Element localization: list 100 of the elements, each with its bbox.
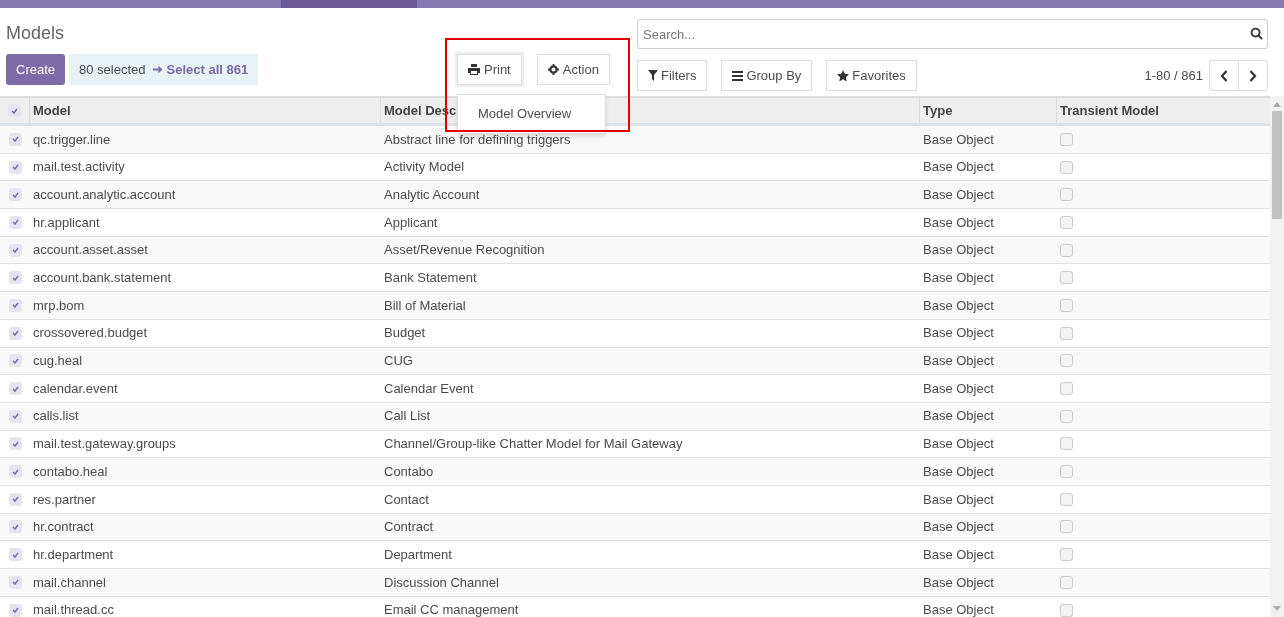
- table-cell-text: Call List: [384, 407, 431, 426]
- table-cell-text: Base Object: [923, 573, 994, 592]
- transient-checkbox[interactable]: [1060, 271, 1073, 285]
- scrollbar-thumb[interactable]: [1272, 111, 1282, 219]
- transient-checkbox[interactable]: [1060, 354, 1073, 368]
- checkmark-icon: [11, 107, 18, 114]
- transient-checkbox[interactable]: [1060, 465, 1073, 479]
- transient-checkbox[interactable]: [1060, 243, 1073, 257]
- print-button[interactable]: Print: [457, 54, 522, 85]
- transient-checkbox[interactable]: [1060, 603, 1073, 617]
- table-cell-text: Asset/Revenue Recognition: [384, 241, 545, 260]
- scroll-down-arrow-icon[interactable]: [1273, 606, 1281, 611]
- table-cell-text: Email CC management: [384, 601, 519, 617]
- action-button[interactable]: Action: [536, 54, 610, 85]
- checkmark-icon: [11, 136, 19, 143]
- row-checkbox[interactable]: [8, 271, 22, 285]
- checkmark-icon: [11, 496, 19, 503]
- transient-checkbox[interactable]: [1060, 520, 1073, 534]
- checkmark-icon: [11, 607, 19, 614]
- table-cell-text: qc.trigger.line: [33, 130, 111, 149]
- column-header[interactable]: Transient Model: [1060, 100, 1159, 121]
- row-checkbox[interactable]: [8, 492, 22, 506]
- table-cell-text: calendar.event: [33, 379, 118, 398]
- table-cell-text: mail.thread.cc: [33, 601, 114, 617]
- table-cell-text: crossovered.budget: [33, 324, 148, 343]
- row-checkbox[interactable]: [8, 437, 22, 451]
- scrollbar[interactable]: [1270, 96, 1284, 617]
- table-cell-text: Base Object: [923, 545, 994, 564]
- table-cell-text: Activity Model: [384, 158, 465, 177]
- row-checkbox[interactable]: [8, 354, 22, 368]
- table-cell-text: Bank Statement: [384, 269, 477, 288]
- row-checkbox[interactable]: [8, 520, 22, 534]
- row-checkbox[interactable]: [8, 188, 22, 202]
- table-cell-text: Base Object: [923, 130, 994, 149]
- transient-checkbox[interactable]: [1060, 382, 1073, 396]
- row-checkbox[interactable]: [8, 603, 22, 617]
- table-cell-text: Base Object: [923, 490, 994, 509]
- table-cell-text: Base Object: [923, 324, 994, 343]
- menu-item[interactable]: Model Overview: [458, 99, 605, 129]
- transient-checkbox[interactable]: [1060, 409, 1073, 423]
- table-cell-text: hr.contract: [33, 518, 94, 537]
- table-cell-text: Applicant: [384, 213, 438, 232]
- table-cell-text: Base Object: [923, 185, 994, 204]
- create-button[interactable]: Create: [6, 54, 66, 85]
- filters-button[interactable]: Filters: [637, 60, 708, 91]
- checkmark-icon: [11, 274, 19, 281]
- row-checkbox[interactable]: [8, 548, 22, 562]
- transient-checkbox[interactable]: [1060, 132, 1073, 146]
- table-cell-text: Analytic Account: [384, 185, 480, 204]
- transient-checkbox[interactable]: [1060, 188, 1073, 202]
- transient-checkbox[interactable]: [1060, 298, 1073, 312]
- table-cell-text: Base Object: [923, 379, 994, 398]
- table-cell-text: hr.department: [33, 545, 114, 564]
- row-checkbox[interactable]: [8, 326, 22, 340]
- table-cell-text: account.bank.statement: [33, 269, 172, 288]
- table-cell-text: Base Object: [923, 158, 994, 177]
- row-checkbox[interactable]: [8, 132, 22, 146]
- row-checkbox[interactable]: [8, 215, 22, 229]
- table-cell-text: hr.applicant: [33, 213, 100, 232]
- row-checkbox[interactable]: [8, 243, 22, 257]
- row-checkbox[interactable]: [8, 298, 22, 312]
- transient-checkbox[interactable]: [1060, 492, 1073, 506]
- row-checkbox[interactable]: [8, 409, 22, 423]
- table-cell-text: Calendar Event: [384, 379, 474, 398]
- table-cell-text: Base Object: [923, 435, 994, 454]
- row-checkbox[interactable]: [8, 160, 22, 174]
- checkmark-icon: [11, 164, 19, 171]
- list-icon: [732, 70, 744, 81]
- row-checkbox[interactable]: [8, 382, 22, 396]
- table-cell-text: Contact: [384, 490, 429, 509]
- table-cell-text: Budget: [384, 324, 426, 343]
- transient-checkbox[interactable]: [1060, 548, 1073, 562]
- table-cell-text: Channel/Group-like Chatter Model for Mail Gateway: [384, 435, 683, 454]
- search-field[interactable]: Search...: [637, 19, 1268, 49]
- column-header[interactable]: Type: [923, 100, 953, 121]
- checkmark-icon: [11, 330, 19, 337]
- favorites-button[interactable]: Favorites: [826, 60, 917, 91]
- transient-checkbox[interactable]: [1060, 326, 1073, 340]
- search-icon[interactable]: [1250, 27, 1263, 40]
- group-by-button[interactable]: Group By: [721, 60, 813, 91]
- transient-checkbox[interactable]: [1060, 215, 1073, 229]
- checkmark-icon: [11, 440, 19, 447]
- table-cell-text: mail.test.activity: [33, 158, 125, 177]
- checkmark-icon: [11, 579, 19, 586]
- transient-checkbox[interactable]: [1060, 575, 1073, 589]
- chevron-left-icon: [1220, 69, 1228, 82]
- table-cell-text: Base Object: [923, 241, 994, 260]
- table-cell-text: Base Object: [923, 518, 994, 537]
- row-checkbox[interactable]: [8, 465, 22, 479]
- transient-checkbox[interactable]: [1060, 160, 1073, 174]
- column-header[interactable]: Model: [33, 100, 71, 121]
- table-cell-text: Base Object: [923, 601, 994, 617]
- select-all-checkbox[interactable]: [8, 104, 21, 117]
- table-cell-text: calls.list: [33, 407, 79, 426]
- row-checkbox[interactable]: [8, 575, 22, 589]
- transient-checkbox[interactable]: [1060, 437, 1073, 451]
- star-icon: [837, 69, 850, 82]
- select-all-link[interactable]: Select all 861: [151, 59, 249, 80]
- scroll-up-arrow-icon[interactable]: [1273, 102, 1281, 107]
- funnel-icon: [648, 70, 658, 81]
